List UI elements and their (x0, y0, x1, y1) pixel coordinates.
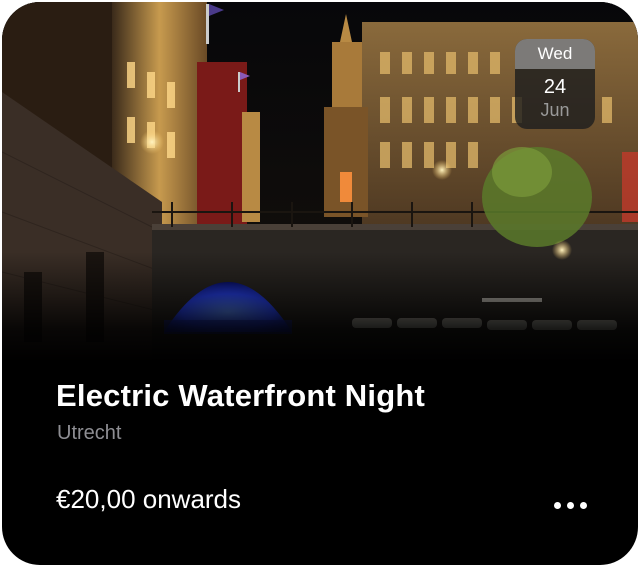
more-options-button[interactable] (548, 492, 592, 518)
event-city: Utrecht (57, 422, 122, 444)
event-card[interactable]: Wed 24 Jun Electric Waterfront Night Utr… (2, 2, 638, 565)
date-weekday: Wed (515, 39, 595, 69)
date-day: 24 (543, 76, 567, 98)
more-horizontal-icon (579, 501, 587, 509)
event-price: €20,00 onwards (56, 484, 242, 514)
date-badge: Wed 24 Jun (515, 39, 595, 129)
photo-fade (2, 252, 638, 362)
more-horizontal-icon (566, 501, 574, 509)
date-month: Jun (540, 100, 570, 120)
more-horizontal-icon (553, 501, 561, 509)
event-title: Electric Waterfront Night (56, 378, 425, 413)
